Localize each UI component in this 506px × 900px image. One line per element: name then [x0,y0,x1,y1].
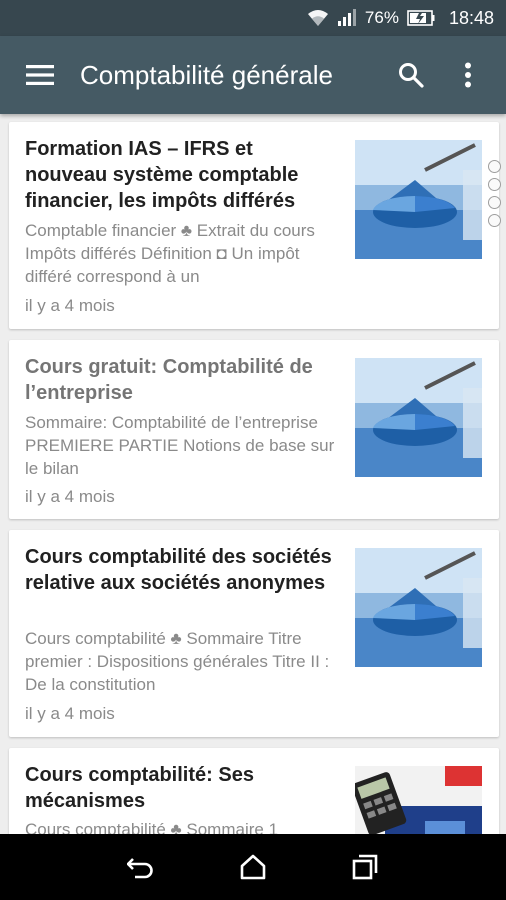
article-card[interactable]: Formation IAS – IFRS et nouveau système … [9,122,499,329]
more-vertical-icon [465,62,471,88]
clock: 18:48 [448,7,494,28]
back-icon [127,858,153,879]
battery-level: 76% [364,8,399,27]
article-feed[interactable]: Formation IAS – IFRS et nouveau système … [0,114,506,834]
status-bar: 76% 18:48 [0,0,506,36]
article-title: Cours comptabilité des sociétés relative… [25,546,332,594]
article-title: Formation IAS – IFRS et nouveau système … [25,138,299,212]
recent-apps-icon [352,854,378,880]
scroll-dot [488,214,501,227]
article-age: il y a 4 mois [25,704,115,723]
wifi-icon [307,9,329,27]
article-card[interactable]: Cours comptabilité des sociétés relative… [9,530,499,737]
article-excerpt: Cours comptabilité ♣ Sommaire 1 [25,820,279,834]
scroll-dot [488,178,501,191]
search-button[interactable] [379,36,443,114]
article-card[interactable]: Cours gratuit: Comptabilité de l’entrepr… [9,340,499,519]
scroll-dot [488,160,501,173]
article-age: il y a 4 mois [25,296,115,315]
article-excerpt: Comptable financier ♣ Extrait du cours I… [25,221,315,286]
article-title: Cours comptabilité: Ses mécanismes [25,764,254,812]
home-button[interactable] [223,837,283,897]
article-excerpt: Sommaire: Comptabilité de l’entreprise P… [25,413,335,478]
page-title: Comptabilité générale [80,59,333,90]
article-thumbnail [355,358,482,477]
article-thumbnail [355,548,482,667]
system-nav-bar [0,834,506,900]
recent-apps-button[interactable] [335,837,395,897]
more-options-button[interactable] [443,36,493,114]
home-icon [240,854,266,880]
signal-icon [337,9,357,27]
article-card[interactable]: Cours comptabilité: Ses mécanismes Cours… [9,748,499,834]
article-excerpt: Cours comptabilité ♣ Sommaire Titre prem… [25,629,330,694]
battery-icon [407,10,435,26]
search-icon [399,63,424,88]
article-thumbnail [355,140,482,259]
menu-button[interactable] [0,36,80,114]
scroll-dot [488,196,501,209]
hamburger-menu-icon [26,65,54,85]
article-thumbnail [355,766,482,834]
back-button[interactable] [111,837,171,897]
article-age: il y a 4 mois [25,487,115,506]
app-bar: Comptabilité générale [0,36,506,114]
article-title: Cours gratuit: Comptabilité de l’entrepr… [25,356,313,404]
scroll-indicator [488,160,502,232]
